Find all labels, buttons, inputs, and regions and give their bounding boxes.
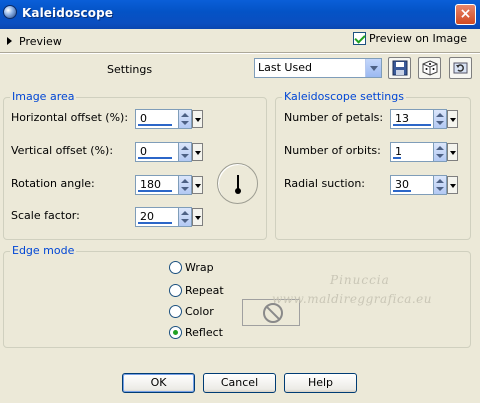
rotation-angle-dial[interactable] [217,163,258,204]
window-title: Kaleidoscope [22,6,114,20]
kaleidoscope-app-icon [3,5,17,19]
color-label: Color [185,305,214,318]
value-bar [393,190,411,192]
value-bar [138,222,172,224]
horizontal-offset-stepper[interactable]: 0 [135,109,204,129]
spin-arrows-icon[interactable] [179,207,192,227]
edge-mode-wrap-option[interactable]: Wrap [169,261,214,274]
number-of-petals-stepper[interactable]: 13 [390,109,459,129]
edge-mode-color-option[interactable]: Color [169,305,214,318]
watermark-url: www.maldireggrafica.eu [272,292,432,306]
reset-icon [453,62,468,74]
expand-triangle-icon [7,37,12,45]
vertical-offset-input[interactable]: 0 [135,142,179,162]
edge-mode-repeat-option[interactable]: Repeat [169,284,224,297]
random-dice-icon [422,60,438,76]
number-of-petals-input[interactable]: 13 [390,109,434,129]
radial-suction-input[interactable]: 30 [390,175,434,195]
reflect-label: Reflect [185,326,223,339]
save-preset-icon [392,60,408,76]
vertical-offset-label: Vertical offset (%): [11,144,114,157]
close-button[interactable]: × [455,4,476,25]
dropdown-arrow-icon[interactable] [447,143,458,161]
dropdown-arrow-icon[interactable] [192,208,203,226]
preview-on-image-check[interactable] [353,32,366,45]
edge-mode-legend: Edge mode [10,244,77,257]
preset-select[interactable]: Last Used [254,58,382,78]
radial-suction-stepper[interactable]: 30 [390,175,459,195]
dropdown-arrow-icon[interactable] [447,110,458,128]
scale-factor-stepper[interactable]: 20 [135,207,204,227]
vertical-offset-stepper[interactable]: 0 [135,142,204,162]
close-icon: × [459,6,472,22]
edge-mode-reflect-option[interactable]: Reflect [169,326,223,339]
spin-arrows-icon[interactable] [434,142,447,162]
horizontal-offset-label: Horizontal offset (%): [11,111,129,124]
dropdown-arrow-icon[interactable] [192,110,203,128]
value-bar [393,124,431,126]
rotation-angle-label: Rotation angle: [11,177,95,190]
cancel-button[interactable]: Cancel [203,373,276,393]
chevron-down-icon[interactable] [365,59,381,77]
rotation-angle-input[interactable]: 180 [135,175,179,195]
spin-arrows-icon[interactable] [434,109,447,129]
value-bar [393,157,401,159]
number-of-orbits-stepper[interactable]: 1 [390,142,459,162]
radial-suction-label: Radial suction: [284,177,366,190]
value-bar [138,190,172,192]
number-of-orbits-label: Number of orbits: [284,144,381,157]
dropdown-arrow-icon[interactable] [192,176,203,194]
ok-button[interactable]: OK [122,373,195,393]
number-of-petals-label: Number of petals: [284,111,384,124]
preview-on-image-label: Preview on Image [369,32,467,45]
spin-arrows-icon[interactable] [179,142,192,162]
title-bar: Kaleidoscope × [0,0,480,29]
save-preset-button[interactable] [388,57,411,79]
repeat-label: Repeat [185,284,224,297]
image-area-legend: Image area [10,90,77,103]
wrap-radio[interactable] [169,261,182,274]
spin-arrows-icon[interactable] [179,175,192,195]
preview-on-image-checkbox[interactable]: Preview on Image [353,32,467,45]
dropdown-arrow-icon[interactable] [192,143,203,161]
reset-button[interactable] [449,57,472,79]
dropdown-arrow-icon[interactable] [447,176,458,194]
help-button[interactable]: Help [284,373,357,393]
scale-factor-input[interactable]: 20 [135,207,179,227]
no-color-icon [263,303,283,323]
spin-arrows-icon[interactable] [179,109,192,129]
spin-arrows-icon[interactable] [434,175,447,195]
value-bar [138,157,172,159]
number-of-orbits-input[interactable]: 1 [390,142,434,162]
color-radio[interactable] [169,305,182,318]
value-bar [138,124,172,126]
randomize-button[interactable] [418,57,441,79]
separator [0,52,480,54]
watermark-author: Pinuccia [330,273,390,287]
kaleidoscope-dialog: Kaleidoscope × Preview Preview on Image … [0,0,480,403]
preview-toggle[interactable]: Preview [7,34,62,48]
dial-dot [235,188,241,194]
repeat-radio[interactable] [169,284,182,297]
scale-factor-label: Scale factor: [11,209,80,222]
preset-value: Last Used [258,61,312,74]
horizontal-offset-input[interactable]: 0 [135,109,179,129]
preview-label: Preview [19,34,62,48]
settings-label: Settings [107,63,153,76]
rotation-angle-stepper[interactable]: 180 [135,175,204,195]
wrap-label: Wrap [185,261,214,274]
kaleidoscope-settings-legend: Kaleidoscope settings [282,90,406,103]
reflect-radio[interactable] [169,326,182,339]
